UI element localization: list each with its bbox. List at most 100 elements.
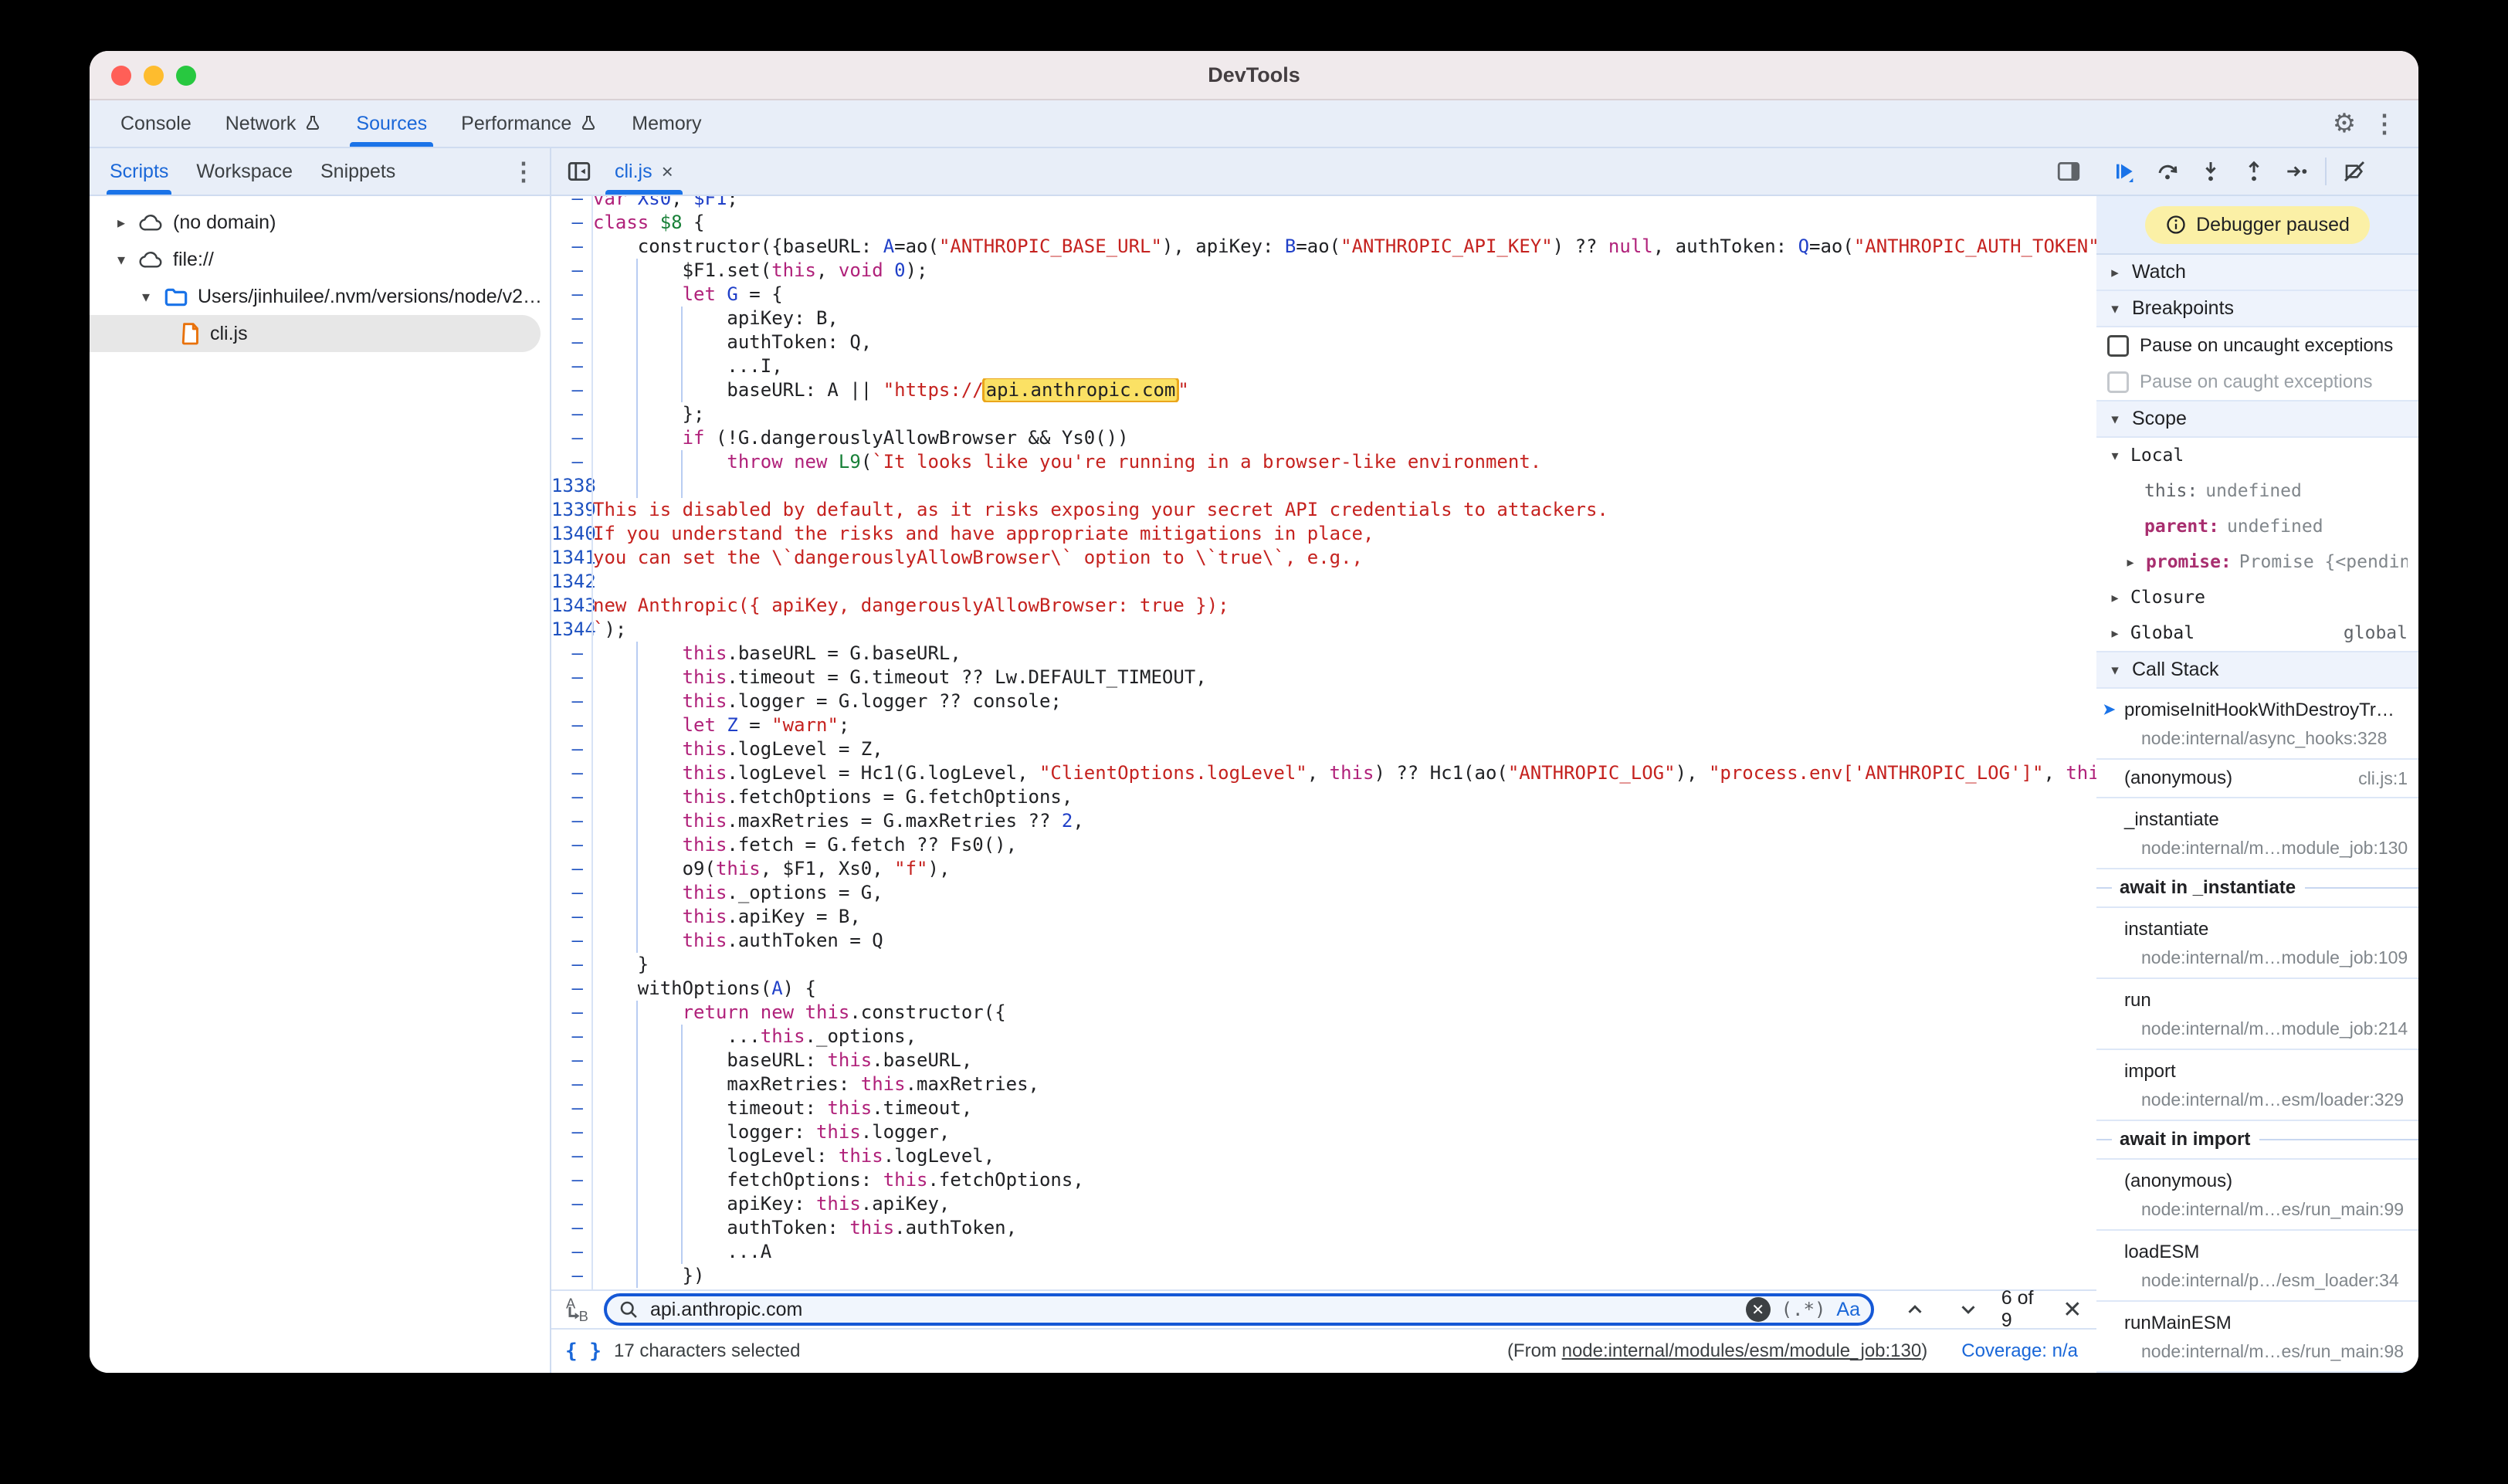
line-gutter[interactable]: – bbox=[551, 402, 590, 426]
minimize-window-button[interactable] bbox=[144, 66, 164, 86]
code-line[interactable]: 1338 bbox=[551, 474, 2096, 498]
code-line[interactable]: – apiKey: B, bbox=[551, 307, 2096, 330]
callstack-frame[interactable]: promiseInitHookWithDestroyTr…node:intern… bbox=[2096, 689, 2418, 760]
line-gutter[interactable]: – bbox=[551, 666, 590, 689]
line-gutter[interactable]: – bbox=[551, 1072, 590, 1096]
pretty-print-icon[interactable]: { } bbox=[565, 1340, 602, 1363]
line-gutter[interactable]: – bbox=[551, 689, 590, 713]
callstack-frame[interactable]: (anonymous)node:internal/m…es/run_main:9… bbox=[2096, 1160, 2418, 1231]
section-call-stack[interactable]: ▾ Call Stack bbox=[2096, 652, 2418, 689]
code-line[interactable]: – this.maxRetries = G.maxRetries ?? 2, bbox=[551, 809, 2096, 833]
line-gutter[interactable]: – bbox=[551, 259, 590, 283]
code-line[interactable]: – this.logLevel = Hc1(G.logLevel, "Clien… bbox=[551, 761, 2096, 785]
tree-item-file-protocol[interactable]: ▾ file:// bbox=[90, 241, 550, 278]
callstack-frame[interactable]: runMainESMnode:internal/m…es/run_main:98 bbox=[2096, 1302, 2418, 1373]
close-search-icon[interactable]: ✕ bbox=[2059, 1296, 2086, 1323]
tab-sources[interactable]: Sources bbox=[339, 100, 444, 147]
code-line[interactable]: – this.baseURL = G.baseURL, bbox=[551, 642, 2096, 666]
line-gutter[interactable]: 1339 bbox=[551, 498, 590, 522]
code-line[interactable]: –var Xs0, $F1; bbox=[551, 196, 2096, 211]
checkbox-icon[interactable] bbox=[2107, 335, 2129, 357]
line-gutter[interactable]: – bbox=[551, 1120, 590, 1144]
chevron-down-icon[interactable]: ▾ bbox=[137, 287, 154, 306]
code-line[interactable]: – ...A bbox=[551, 1240, 2096, 1264]
resume-script-icon[interactable] bbox=[2106, 153, 2143, 190]
pause-uncaught-checkbox-row[interactable]: Pause on uncaught exceptions bbox=[2096, 327, 2418, 364]
line-gutter[interactable]: – bbox=[551, 1168, 590, 1192]
zoom-window-button[interactable] bbox=[176, 66, 196, 86]
chevron-down-icon[interactable]: ▾ bbox=[113, 250, 130, 269]
line-gutter[interactable]: – bbox=[551, 1264, 590, 1288]
line-gutter[interactable]: – bbox=[551, 1216, 590, 1240]
code-line[interactable]: – maxRetries: this.maxRetries, bbox=[551, 1072, 2096, 1096]
line-gutter[interactable]: – bbox=[551, 307, 590, 330]
code-line[interactable]: – logLevel: this.logLevel, bbox=[551, 1144, 2096, 1168]
collapse-sidebar-icon[interactable] bbox=[559, 151, 599, 191]
code-line[interactable]: – ...this._options, bbox=[551, 1025, 2096, 1049]
deactivate-breakpoints-icon[interactable] bbox=[2336, 153, 2373, 190]
close-window-button[interactable] bbox=[111, 66, 131, 86]
code-line[interactable]: – this.apiKey = B, bbox=[551, 905, 2096, 929]
line-gutter[interactable]: – bbox=[551, 211, 590, 235]
line-gutter[interactable]: – bbox=[551, 450, 590, 474]
line-gutter[interactable]: – bbox=[551, 378, 590, 402]
line-gutter[interactable]: – bbox=[551, 809, 590, 833]
scope-entry-this[interactable]: this:undefined bbox=[2096, 473, 2418, 509]
line-gutter[interactable]: – bbox=[551, 857, 590, 881]
section-scope[interactable]: ▾ Scope bbox=[2096, 401, 2418, 438]
scope-local[interactable]: ▾Local bbox=[2096, 438, 2418, 473]
code-line[interactable]: – timeout: this.timeout, bbox=[551, 1096, 2096, 1120]
callstack-frame[interactable]: runnode:internal/m…module_job:214 bbox=[2096, 979, 2418, 1050]
code-line[interactable]: – this.authToken = Q bbox=[551, 929, 2096, 953]
code-line[interactable]: – let Z = "warn"; bbox=[551, 713, 2096, 737]
tab-scripts[interactable]: Scripts bbox=[96, 148, 182, 195]
tab-console[interactable]: Console bbox=[103, 100, 208, 147]
previous-match-icon[interactable] bbox=[1902, 1293, 1928, 1326]
callstack-frame[interactable]: _instantiatenode:internal/m…module_job:1… bbox=[2096, 798, 2418, 869]
line-gutter[interactable]: – bbox=[551, 905, 590, 929]
code-line[interactable]: – authToken: this.authToken, bbox=[551, 1216, 2096, 1240]
code-line[interactable]: – this.fetchOptions = G.fetchOptions, bbox=[551, 785, 2096, 809]
section-breakpoints[interactable]: ▾ Breakpoints bbox=[2096, 291, 2418, 327]
line-gutter[interactable]: – bbox=[551, 426, 590, 450]
match-case-toggle[interactable]: Aa bbox=[1836, 1299, 1860, 1321]
line-gutter[interactable]: 1338 bbox=[551, 474, 590, 498]
code-line[interactable]: – $F1.set(this, void 0); bbox=[551, 259, 2096, 283]
code-line[interactable]: – } bbox=[551, 1288, 2096, 1289]
code-line[interactable]: – baseURL: this.baseURL, bbox=[551, 1049, 2096, 1072]
tab-workspace[interactable]: Workspace bbox=[182, 148, 307, 195]
code-line[interactable]: – this.timeout = G.timeout ?? Lw.DEFAULT… bbox=[551, 666, 2096, 689]
code-line[interactable]: 1340If you understand the risks and have… bbox=[551, 522, 2096, 546]
code-line[interactable]: – withOptions(A) { bbox=[551, 977, 2096, 1001]
code-line[interactable]: – ...I, bbox=[551, 354, 2096, 378]
line-gutter[interactable]: 1344 bbox=[551, 618, 590, 642]
line-gutter[interactable]: – bbox=[551, 929, 590, 953]
step-out-icon[interactable] bbox=[2235, 153, 2272, 190]
line-gutter[interactable]: 1343 bbox=[551, 594, 590, 618]
search-input[interactable]: api.anthropic.com ✕ (.*) Aa bbox=[604, 1293, 1874, 1326]
callstack-frame[interactable]: importnode:internal/m…esm/loader:329 bbox=[2096, 1050, 2418, 1121]
line-gutter[interactable]: – bbox=[551, 761, 590, 785]
code-line[interactable]: – let G = { bbox=[551, 283, 2096, 307]
tab-memory[interactable]: Memory bbox=[615, 100, 718, 147]
step-into-icon[interactable] bbox=[2192, 153, 2229, 190]
section-watch[interactable]: ▸ Watch bbox=[2096, 255, 2418, 291]
module-link[interactable]: node:internal/modules/esm/module_job:130 bbox=[1562, 1340, 1922, 1361]
scope-entry-parent[interactable]: parent:undefined bbox=[2096, 509, 2418, 544]
code-line[interactable]: – this._options = G, bbox=[551, 881, 2096, 905]
line-gutter[interactable]: – bbox=[551, 1096, 590, 1120]
line-gutter[interactable]: – bbox=[551, 354, 590, 378]
editor-tab-clijs[interactable]: cli.js × bbox=[599, 148, 689, 195]
callstack-frame[interactable]: (anonymous)cli.js:1 bbox=[2096, 760, 2418, 798]
line-gutter[interactable]: – bbox=[551, 833, 590, 857]
code-line[interactable]: 1344`); bbox=[551, 618, 2096, 642]
code-line[interactable]: – } bbox=[551, 953, 2096, 977]
scope-closure[interactable]: ▸Closure bbox=[2096, 580, 2418, 615]
next-match-icon[interactable] bbox=[1954, 1293, 1981, 1326]
code-line[interactable]: 1342 bbox=[551, 570, 2096, 594]
line-gutter[interactable]: – bbox=[551, 330, 590, 354]
step-over-icon[interactable] bbox=[2149, 153, 2186, 190]
tab-snippets[interactable]: Snippets bbox=[307, 148, 409, 195]
more-options-icon[interactable]: ⋮ bbox=[2364, 103, 2405, 144]
line-gutter[interactable]: – bbox=[551, 1025, 590, 1049]
